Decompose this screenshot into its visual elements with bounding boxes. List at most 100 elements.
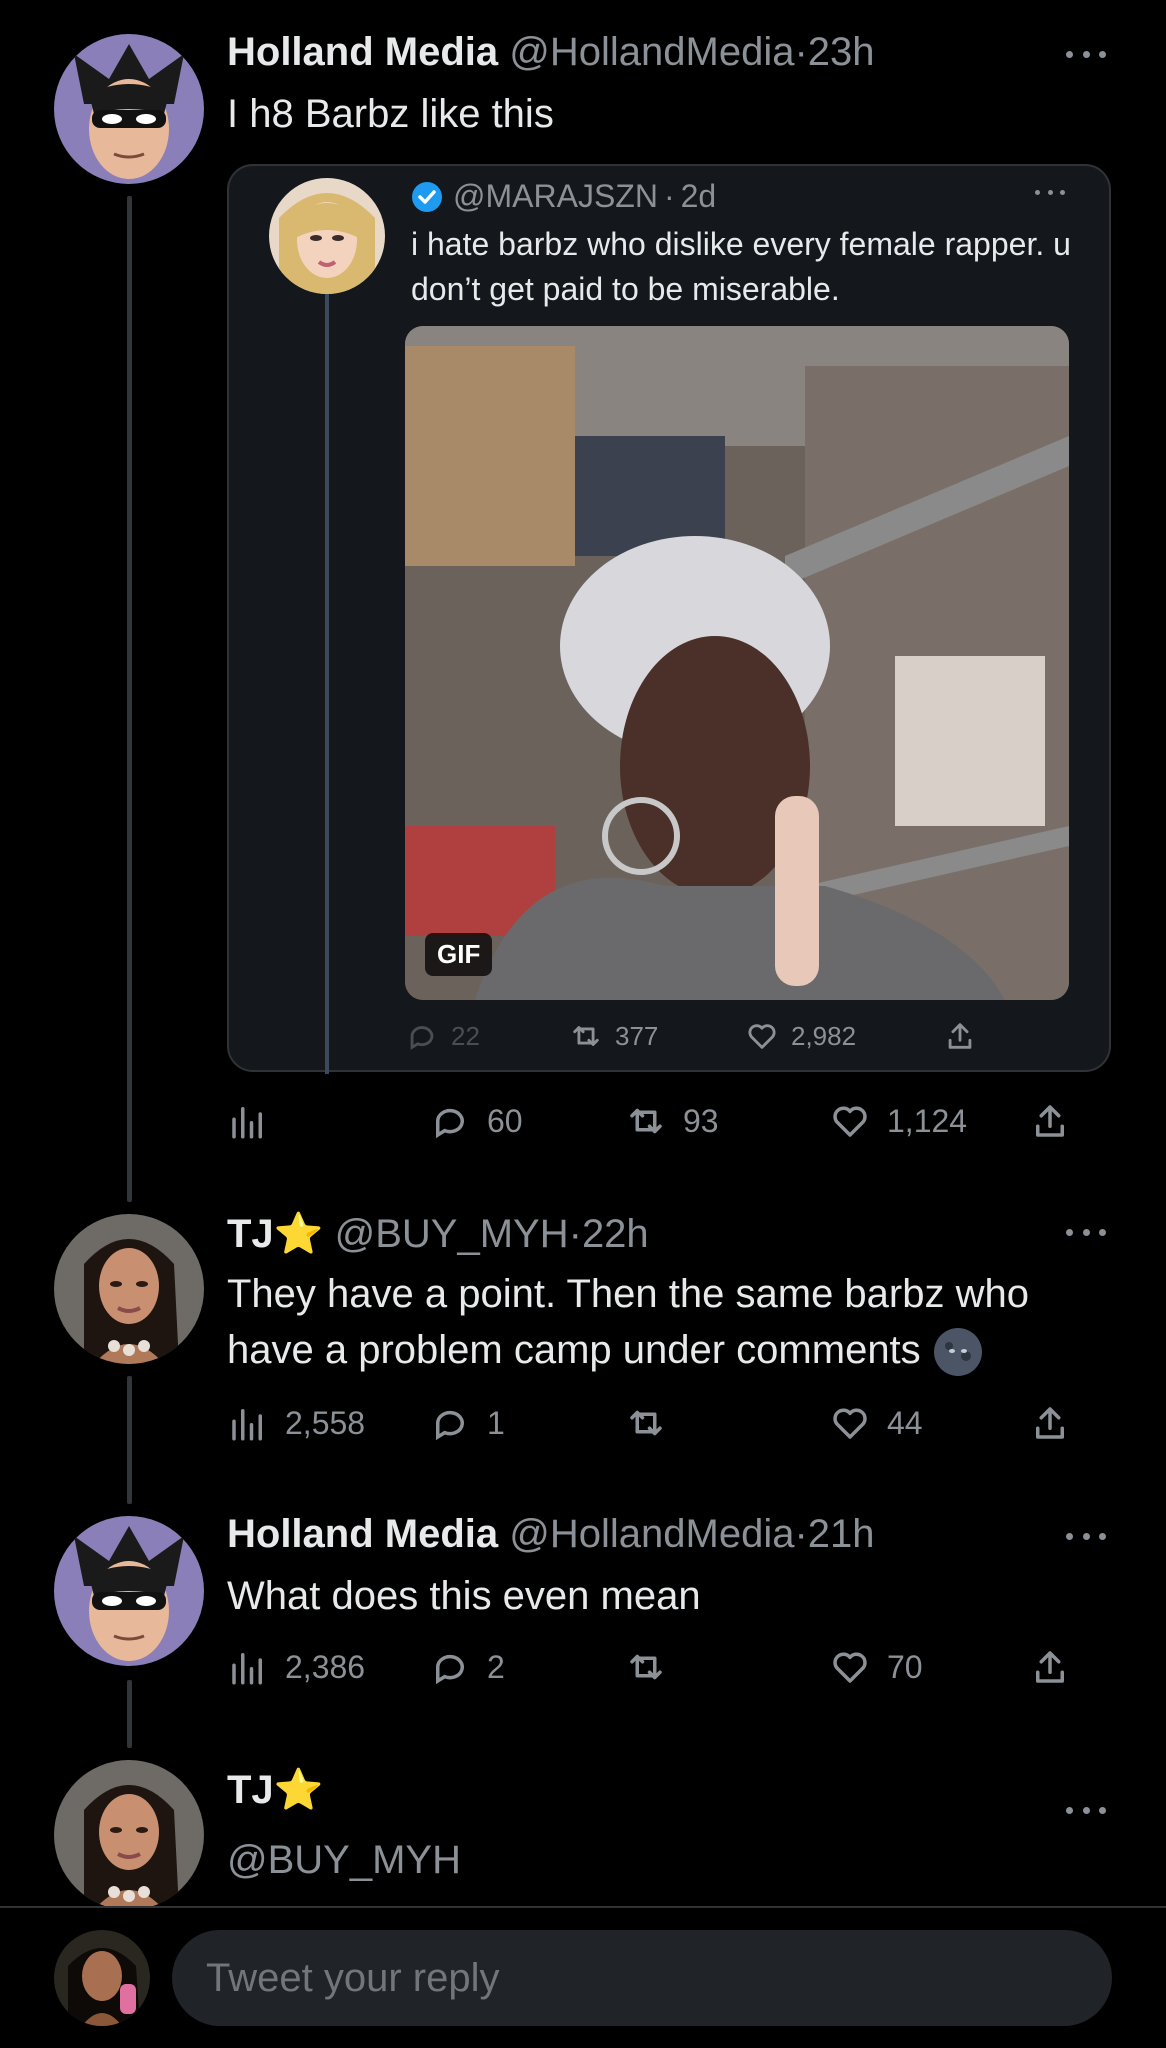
retweet-count: 93	[683, 1102, 719, 1139]
heart-icon	[833, 1106, 867, 1137]
retweet-button[interactable]: 93	[625, 1096, 719, 1146]
share-icon	[1036, 1651, 1064, 1683]
view-count: 2,558	[285, 1404, 366, 1441]
display-name[interactable]: Holland Media	[227, 30, 498, 74]
profile-photo-icon	[54, 1760, 204, 1910]
like-button[interactable]: 2,982	[745, 1016, 856, 1056]
avatar[interactable]	[54, 34, 204, 184]
separator-dot: ·	[663, 178, 675, 214]
action-bar: 60 93 1,124	[227, 1096, 1106, 1146]
share-icon	[948, 1023, 972, 1049]
tweet-header: Holland Media @HollandMedia·21h	[227, 1512, 875, 1557]
avatar[interactable]	[269, 178, 385, 294]
heart-icon	[833, 1652, 867, 1683]
display-name[interactable]: TJ	[227, 1768, 274, 1812]
views-button[interactable]: 2,558	[227, 1398, 365, 1448]
display-name[interactable]: TJ	[227, 1212, 274, 1256]
share-button[interactable]	[1029, 1398, 1071, 1448]
timestamp[interactable]: 2d	[681, 178, 717, 215]
reply-button[interactable]: 1	[429, 1398, 505, 1448]
reply-button[interactable]: 22	[405, 1016, 480, 1056]
like-button[interactable]: 44	[829, 1398, 923, 1448]
like-count: 2,982	[791, 1020, 857, 1051]
tweet-header: TJ⭐ @BUY_MYH·22h	[227, 1210, 649, 1257]
thread-line	[127, 1376, 132, 1504]
like-button[interactable]: 70	[829, 1642, 923, 1692]
timestamp[interactable]: 23h	[808, 30, 875, 74]
robin-avatar-icon	[54, 34, 204, 184]
share-icon	[1036, 1407, 1064, 1439]
thread-line	[325, 294, 329, 1074]
retweet-icon	[630, 1410, 662, 1436]
retweet-button[interactable]	[625, 1642, 667, 1692]
retweet-icon	[573, 1026, 599, 1046]
star-emoji: ⭐	[273, 1768, 324, 1812]
retweet-button[interactable]	[625, 1398, 667, 1448]
retweet-icon	[630, 1108, 662, 1134]
reply-count: 22	[451, 1020, 480, 1051]
reply-input[interactable]	[172, 1930, 1112, 2026]
username[interactable]: @BUY_MYH	[227, 1838, 461, 1883]
username[interactable]: @HollandMedia	[509, 1512, 794, 1556]
tweet-header: Holland Media @HollandMedia·23h	[227, 30, 875, 75]
verified-badge-icon	[412, 181, 442, 212]
reply-button[interactable]: 2	[429, 1642, 505, 1692]
like-count: 70	[887, 1648, 923, 1685]
thread-line	[127, 1680, 132, 1748]
like-button[interactable]: 1,124	[829, 1096, 967, 1146]
heart-icon	[748, 1024, 776, 1049]
analytics-icon	[232, 1409, 262, 1441]
avatar[interactable]	[54, 1214, 204, 1364]
robin-avatar-icon	[54, 1516, 204, 1666]
gif-media[interactable]: GIF	[405, 326, 1069, 1000]
gif-label: GIF	[425, 933, 493, 976]
username[interactable]: @BUY_MYH	[335, 1212, 569, 1256]
username[interactable]: @HollandMedia	[509, 30, 794, 74]
action-bar: 2,386 2 70	[227, 1642, 1106, 1692]
share-button[interactable]	[1029, 1096, 1071, 1146]
reply-button[interactable]: 60	[429, 1096, 523, 1146]
more-options-icon[interactable]	[1066, 1530, 1106, 1542]
analytics-button[interactable]	[227, 1096, 269, 1146]
more-options-icon[interactable]	[1066, 1804, 1106, 1816]
analytics-icon	[232, 1653, 262, 1685]
tweet-text-line: have a problem camp under comments	[227, 1322, 1029, 1378]
timestamp[interactable]: 22h	[582, 1212, 649, 1256]
analytics-icon	[232, 1107, 262, 1139]
more-options-icon[interactable]	[1066, 48, 1106, 60]
avatar[interactable]	[54, 1760, 204, 1910]
share-button[interactable]	[1029, 1642, 1071, 1692]
tweet-text: I h8 Barbz like this	[227, 92, 554, 136]
new-moon-face-icon	[933, 1328, 982, 1377]
tweet-text: They have a point. Then the same barbz w…	[227, 1266, 1029, 1378]
thread-line	[127, 196, 132, 1202]
retweet-button[interactable]: 377	[569, 1016, 658, 1056]
reply-count: 2	[487, 1648, 505, 1685]
profile-photo-icon	[54, 1930, 150, 2026]
tweet-text: What does this even mean	[227, 1574, 701, 1618]
more-options-icon[interactable]	[1066, 1226, 1106, 1238]
tweet-text-line: They have a point. Then the same barbz w…	[227, 1272, 1029, 1316]
reply-icon	[436, 1654, 464, 1685]
reply-count: 60	[487, 1102, 523, 1139]
quoted-tweet[interactable]: @MARAJSZN · 2d i hate barbz who dislike ev…	[227, 164, 1111, 1074]
avatar[interactable]	[54, 1516, 204, 1666]
separator-dot: ·	[794, 1512, 808, 1556]
like-count: 1,124	[887, 1102, 968, 1139]
display-name[interactable]: Holland Media	[227, 1512, 498, 1556]
share-icon	[1036, 1105, 1064, 1137]
action-bar: 2,558 1 44	[227, 1398, 1106, 1448]
separator-dot: ·	[794, 30, 808, 74]
more-options-icon[interactable]	[1035, 190, 1065, 198]
tweet-header: TJ⭐	[227, 1766, 324, 1813]
retweet-icon	[630, 1654, 662, 1680]
reply-composer	[0, 1908, 1166, 2048]
reply-count: 1	[487, 1404, 505, 1441]
username[interactable]: @MARAJSZN	[453, 178, 658, 215]
quote-header: @MARAJSZN · 2d	[411, 178, 716, 215]
avatar[interactable]	[54, 1930, 150, 2026]
star-emoji: ⭐	[273, 1212, 324, 1256]
views-button[interactable]: 2,386	[227, 1642, 365, 1692]
timestamp[interactable]: 21h	[808, 1512, 875, 1556]
share-button[interactable]	[943, 1016, 977, 1056]
